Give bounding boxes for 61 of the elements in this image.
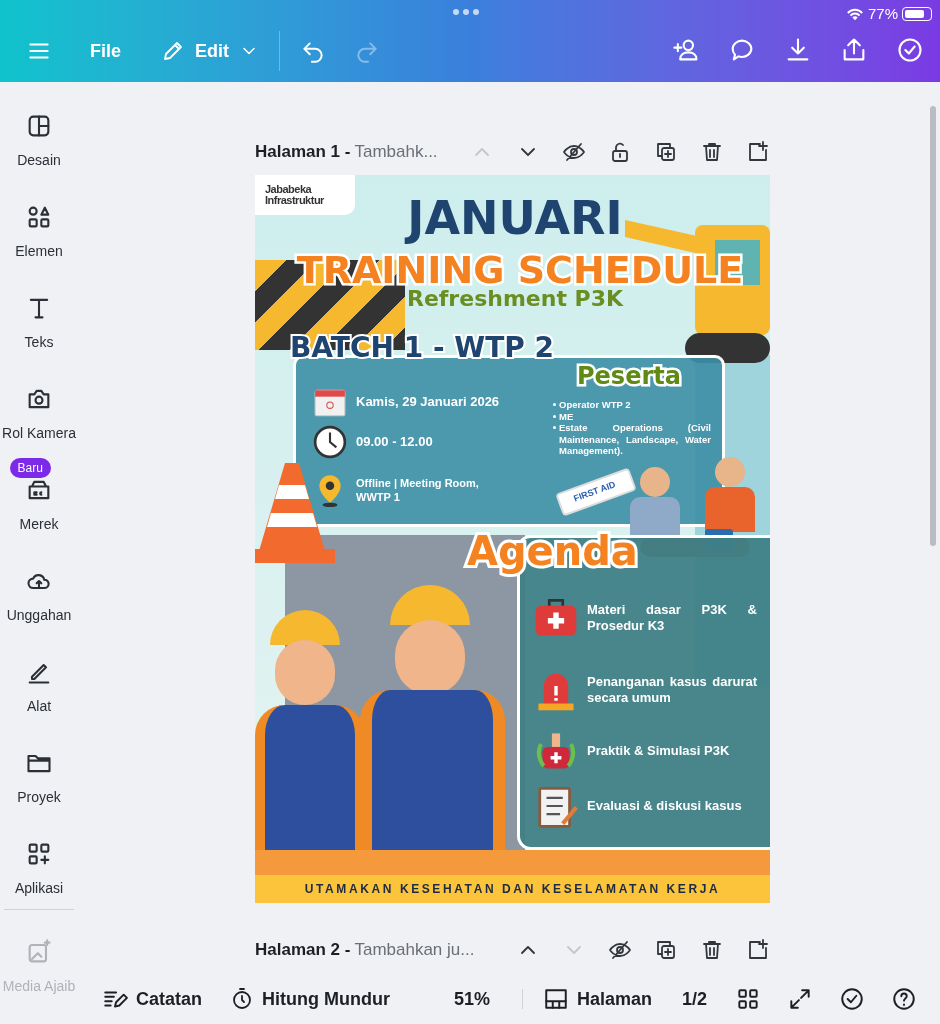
bullet-icon <box>553 403 556 406</box>
info-text: Offline | Meeting Room, WWTP 1 <box>356 476 480 504</box>
poster-background[interactable] <box>255 175 770 903</box>
page-title: Halaman 1 - <box>255 141 351 164</box>
page-title-placeholder[interactable]: Tambahkan ju... <box>354 937 475 963</box>
zoom-level[interactable]: 51% <box>454 985 490 1013</box>
delete-icon[interactable] <box>700 938 724 962</box>
add-page-icon[interactable] <box>746 938 770 962</box>
duplicate-icon[interactable] <box>654 140 678 164</box>
page-title-placeholder[interactable]: Tambahk... <box>354 139 438 165</box>
batch-heading: BATCH 1 - WTP 2 <box>290 330 554 366</box>
page-layout-icon <box>543 986 569 1012</box>
poster-title: JANUARI <box>395 193 635 243</box>
help-icon[interactable] <box>891 986 918 1012</box>
page-title: Halaman 2 - <box>255 939 351 962</box>
sidebar-item[interactable]: Proyek <box>17 749 61 808</box>
timer-icon <box>230 987 254 1011</box>
agenda-item: Evaluasi & diskusi kasus <box>587 798 743 814</box>
add-page-icon[interactable] <box>746 140 770 164</box>
participant-item: Operator WTP 2 <box>559 399 631 411</box>
bullet-icon <box>553 426 556 429</box>
bullet-icon <box>553 414 556 418</box>
duplicate-icon[interactable] <box>654 938 678 962</box>
agenda-item: Penanganan kasus darurat secara umum <box>587 674 757 706</box>
agenda-item: Praktik & Simulasi P3K <box>587 743 731 759</box>
tube-label: FIRST AID <box>572 478 618 506</box>
delete-icon[interactable] <box>700 140 724 164</box>
sidebar-item[interactable]: Unggahan <box>6 567 72 626</box>
timer-button[interactable]: Hitung Mundur <box>230 985 390 1013</box>
footer-slogan: UTAMAKAN KESEHATAN DAN KESELAMATAN KERJA <box>304 881 721 898</box>
logo-text: Infrastruktur <box>265 195 325 206</box>
info-text: Kamis, 29 Januari 2026 <box>356 393 501 411</box>
multitasking-dots-icon[interactable] <box>453 9 481 15</box>
sidebar-item[interactable]: Elemen <box>15 203 63 262</box>
hide-icon[interactable] <box>608 938 632 962</box>
page-count: 1/2 <box>682 987 708 1011</box>
battery-percentage: 77% <box>867 4 898 24</box>
participant-item: Estate Operations (Civil Maintenance, Landscape, Water Management). <box>559 422 711 457</box>
info-text: 09.00 - 12.00 <box>356 433 434 451</box>
logo-text: Jababeka <box>265 184 313 195</box>
hide-icon[interactable] <box>562 140 586 164</box>
sidebar-item[interactable]: Rol Kamera <box>2 385 76 444</box>
participant-item: ME <box>559 410 574 422</box>
battery-icon <box>902 7 932 22</box>
clock-icon <box>313 425 347 459</box>
sidebar-item[interactable]: Desain <box>17 112 61 171</box>
sidebar-item[interactable]: Aplikasi <box>14 840 64 899</box>
scrollbar[interactable] <box>930 106 936 546</box>
check-circle-icon[interactable] <box>839 986 866 1012</box>
sidebar-item[interactable]: Alat <box>25 658 53 717</box>
poster-subtitle: Refreshment P3K <box>405 285 625 313</box>
agenda-item: Materi dasar P3K & Prosedur K3 <box>587 602 757 634</box>
participants-heading: Peserta <box>577 361 681 391</box>
notes-button[interactable]: Catatan <box>102 985 202 1013</box>
wifi-icon <box>845 7 864 22</box>
pages-button[interactable]: Halaman <box>543 985 653 1013</box>
pencil-icon <box>161 39 185 63</box>
new-badge: Baru <box>9 458 51 478</box>
sidebar-item[interactable]: Merek <box>19 476 59 535</box>
check-circle-icon[interactable] <box>896 36 924 64</box>
sidebar-item[interactable]: Teks <box>24 294 54 353</box>
